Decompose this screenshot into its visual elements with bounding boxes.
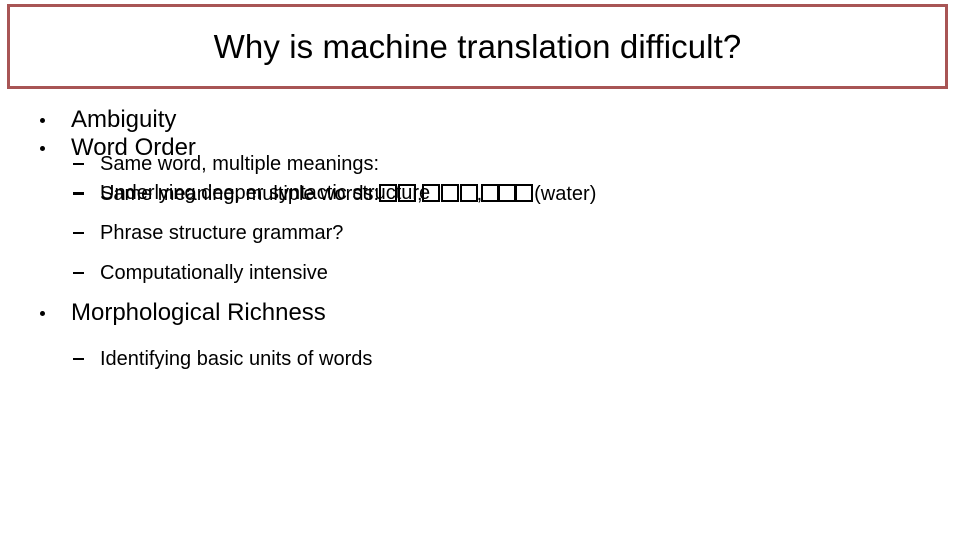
missing-glyph-box bbox=[440, 184, 459, 202]
bullet-level2-phrase-structure: Phrase structure grammar? bbox=[73, 221, 343, 245]
dash-bullet-icon bbox=[73, 163, 84, 165]
bullet-level2-identifying-units: Identifying basic units of words bbox=[73, 347, 372, 371]
bullet-level1-ambiguity: Ambiguity bbox=[40, 106, 176, 134]
bullet-level1-word-order: Word Order bbox=[40, 134, 196, 162]
bullet-level2-label: Underlying deeper syntactic structure bbox=[100, 182, 431, 204]
dash-bullet-icon bbox=[73, 272, 84, 274]
dash-bullet-icon bbox=[73, 192, 84, 194]
bullet-level2-label: Phrase structure grammar? bbox=[100, 222, 344, 244]
dash-bullet-icon bbox=[73, 358, 84, 360]
bullet-dot-icon bbox=[40, 118, 45, 123]
bullet-level1-label: Ambiguity bbox=[71, 106, 177, 133]
missing-glyph-box bbox=[498, 184, 517, 202]
same-meaning-gloss: (water) bbox=[534, 183, 597, 205]
bullet-level2-computationally-intensive: Computationally intensive bbox=[73, 261, 328, 285]
missing-glyph-box bbox=[515, 184, 534, 202]
bullet-dot-icon bbox=[40, 146, 45, 151]
missing-glyph-box bbox=[481, 184, 500, 202]
bullet-level2-label: Identifying basic units of words bbox=[100, 348, 373, 370]
bullet-dot-icon bbox=[40, 311, 45, 316]
bullet-level1-label: Morphological Richness bbox=[71, 299, 326, 326]
page-title: Why is machine translation difficult? bbox=[213, 28, 742, 65]
bullet-level1-morphological-richness: Morphological Richness bbox=[40, 299, 326, 327]
slide-title-box: Why is machine translation difficult? bbox=[7, 4, 948, 89]
dash-bullet-icon bbox=[73, 232, 84, 234]
bullet-level2-label: Computationally intensive bbox=[100, 262, 328, 284]
bullet-level2-underlying-structure: Underlying deeper syntactic structure bbox=[73, 181, 430, 205]
bullet-level1-label: Word Order bbox=[71, 134, 196, 161]
missing-glyph-box bbox=[459, 184, 478, 202]
